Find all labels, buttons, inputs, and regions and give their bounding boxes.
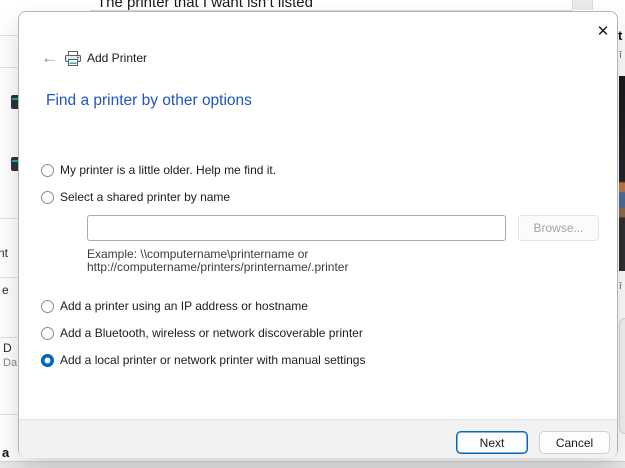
close-icon: ✕ <box>597 24 610 39</box>
browse-button[interactable]: Browse... <box>518 215 599 241</box>
bg-text-fragment: a <box>2 445 9 460</box>
radio-button-icon[interactable] <box>41 164 54 177</box>
bg-text-fragment: ī <box>619 50 622 61</box>
bg-text-fragment: nt <box>0 246 8 260</box>
radio-button-icon[interactable] <box>41 300 54 313</box>
example-line-2: http://computername/printers/printername… <box>87 261 348 274</box>
cancel-button[interactable]: Cancel <box>539 431 610 454</box>
back-button[interactable]: ← <box>41 48 65 68</box>
radio-option-shared-printer[interactable]: Select a shared printer by name <box>41 189 230 205</box>
radio-button-icon[interactable] <box>41 191 54 204</box>
radio-label: Add a printer using an IP address or hos… <box>60 299 308 313</box>
divider <box>0 67 18 68</box>
radio-option-older-printer[interactable]: My printer is a little older. Help me fi… <box>41 162 276 178</box>
dialog-footer: Next Cancel <box>19 419 617 458</box>
divider <box>0 35 18 36</box>
bg-text-fragment: Da <box>3 357 17 369</box>
page-heading: Find a printer by other options <box>46 92 252 110</box>
next-button[interactable]: Next <box>456 431 528 454</box>
bg-text-fragment: ī <box>619 281 622 292</box>
radio-button-icon[interactable] <box>41 327 54 340</box>
scrollbar-fragment <box>572 0 593 10</box>
bg-panel-fragment <box>619 318 625 434</box>
shared-printer-name-input[interactable] <box>87 215 506 241</box>
radio-label: My printer is a little older. Help me fi… <box>60 163 276 177</box>
screen: The printer that I want isn’t listed nt … <box>0 0 625 468</box>
add-printer-dialog: ✕ ← Add Printer Find a printer by other … <box>18 11 618 457</box>
bg-text-fragment: D <box>3 341 12 355</box>
bg-statusbar-fragment <box>0 461 625 468</box>
example-text: Example: \\computername\printername or h… <box>87 248 348 274</box>
close-button[interactable]: ✕ <box>589 17 617 45</box>
radio-label: Add a local printer or network printer w… <box>60 353 365 367</box>
radio-option-ip-address[interactable]: Add a printer using an IP address or hos… <box>41 298 308 314</box>
radio-button-icon[interactable] <box>41 354 54 367</box>
bg-image-fragment <box>619 76 625 271</box>
divider <box>0 218 18 219</box>
divider <box>0 277 18 278</box>
radio-option-local-manual[interactable]: Add a local printer or network printer w… <box>41 352 365 368</box>
radio-label: Add a Bluetooth, wireless or network dis… <box>60 326 363 340</box>
radio-option-bluetooth-wireless[interactable]: Add a Bluetooth, wireless or network dis… <box>41 325 363 341</box>
divider <box>0 414 18 415</box>
divider <box>0 337 18 338</box>
dialog-header: ← Add Printer <box>41 48 147 68</box>
printer-icon <box>65 51 81 66</box>
dialog-title: Add Printer <box>87 51 147 65</box>
bg-text-fragment: e <box>2 283 9 297</box>
radio-label: Select a shared printer by name <box>60 190 230 204</box>
bg-text-fragment: t <box>618 28 622 43</box>
